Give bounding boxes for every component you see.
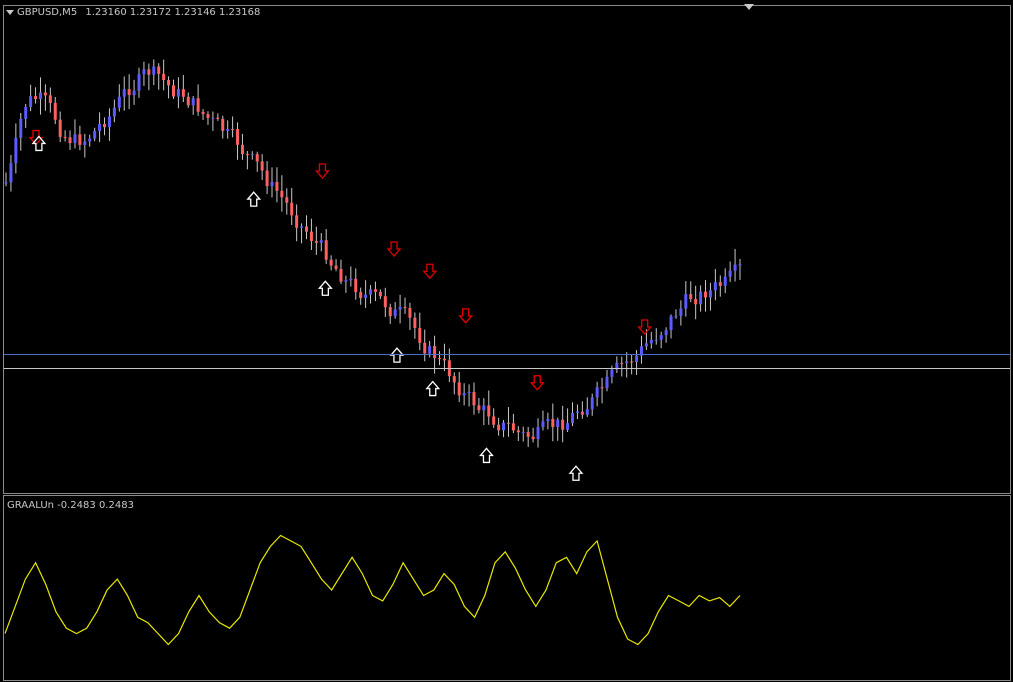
chart-window[interactable]: GBPUSD,M5 1.23160 1.23172 1.23146 1.2316… xyxy=(0,0,1013,682)
main-pane-border xyxy=(3,5,1011,494)
triangle-down-icon[interactable] xyxy=(744,4,754,10)
symbol-label: GBPUSD,M5 xyxy=(17,7,78,18)
indicator-label: GRAALUn -0.2483 0.2483 xyxy=(7,500,134,511)
ohlc-label: 1.23160 1.23172 1.23146 1.23168 xyxy=(85,7,261,18)
ask-line xyxy=(4,368,1010,369)
bid-line xyxy=(4,354,1010,355)
indicator-pane-border xyxy=(3,495,1011,681)
symbol-header: GBPUSD,M5 1.23160 1.23172 1.23146 1.2316… xyxy=(6,7,260,18)
triangle-down-icon[interactable] xyxy=(6,9,14,15)
